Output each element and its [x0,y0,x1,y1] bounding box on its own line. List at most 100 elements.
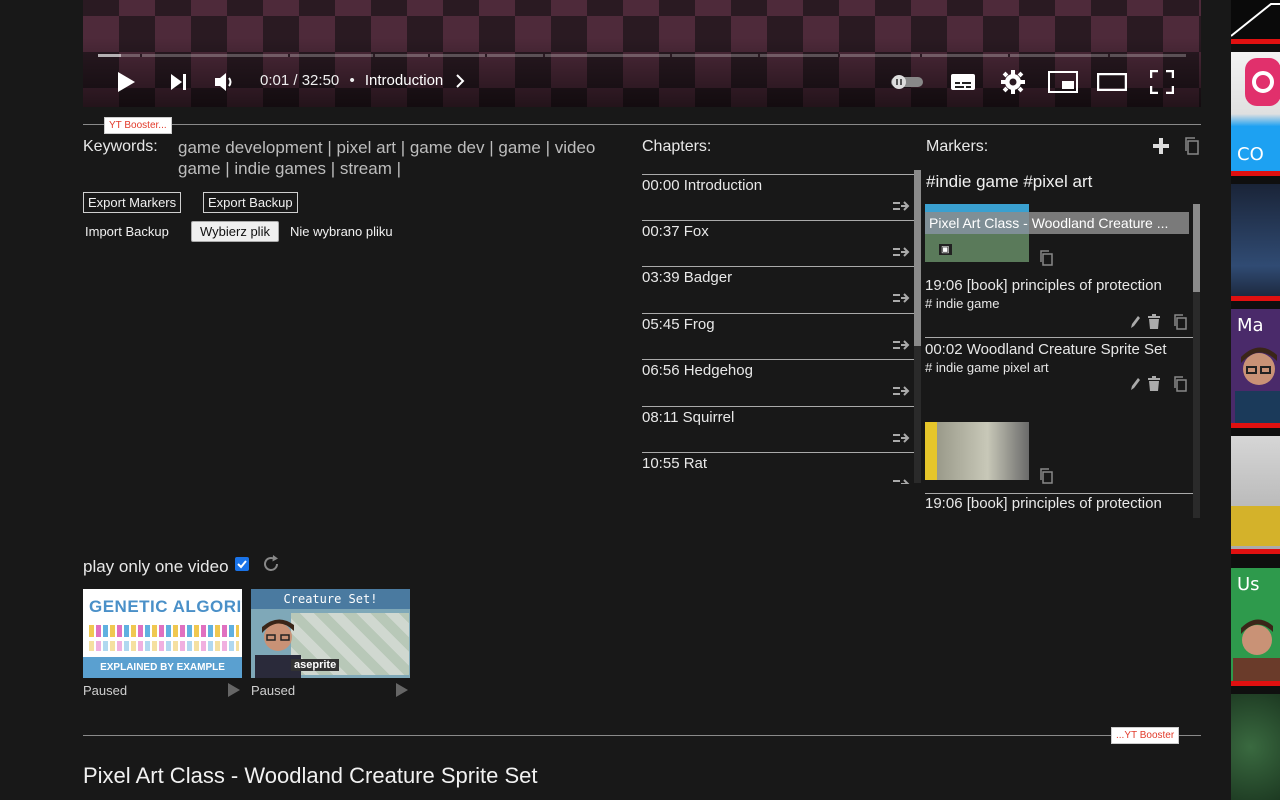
chapter-marker [920,54,922,57]
move-to-icon[interactable] [892,199,910,213]
move-to-icon[interactable] [892,291,910,305]
chapter-row[interactable]: 08:11 Squirrel [642,406,914,453]
related-thumbnail[interactable]: Ma [1231,309,1280,428]
chapter-entry: 03:39 Badger [642,269,732,286]
person-graphic [1235,347,1280,423]
related-thumbnail[interactable]: CO [1231,52,1280,176]
no-file-text: Nie wybrano pliku [290,224,393,239]
move-to-icon[interactable] [892,338,910,352]
keywords-list: game development | pixel art | game dev … [178,138,596,178]
chapter-marker [1108,54,1110,57]
refresh-icon[interactable] [262,555,280,573]
chapter-entry: 08:11 Squirrel [642,409,734,426]
keywords-label: Keywords: [83,138,158,155]
marker-video-title: Pixel Art Class - Woodland Creature ... [925,212,1189,234]
chapter-row[interactable]: 00:37 Fox [642,220,914,267]
related-thumbnail[interactable] [1231,694,1280,800]
related-thumbnail[interactable] [1231,184,1280,301]
miniplayer-button[interactable] [1046,64,1080,100]
play-icon[interactable] [227,683,241,697]
progress-bar[interactable] [98,54,1186,57]
chapter-time: 08:11 [642,409,679,426]
fullscreen-button[interactable] [1145,64,1179,100]
export-markers-button[interactable]: Export Markers [83,192,182,213]
subtitles-button[interactable] [948,64,978,100]
marker-tags: # indie game pixel art [925,360,1049,375]
markers-scroll-thumb[interactable] [1193,204,1200,292]
miniplayer-icon [1048,71,1078,93]
related-thumbnail[interactable]: Us [1231,568,1280,686]
chapter-row[interactable]: 10:55 Rat [642,452,914,484]
watched-progress [1231,549,1280,554]
trash-icon[interactable] [1147,376,1161,392]
settings-button[interactable] [998,64,1028,100]
marker-text[interactable]: 00:02 Woodland Creature Sprite Set [925,341,1167,358]
marker-text[interactable]: 19:06 [book] principles of protection [925,277,1162,294]
chapter-marker [543,54,545,57]
chapter-entry: 06:56 Hedgehog [642,362,753,379]
autoplay-toggle[interactable] [888,64,926,100]
chapters-label: Chapters: [642,138,712,155]
chapters-scroll-thumb[interactable] [914,170,921,346]
export-backup-button[interactable]: Export Backup [203,192,298,213]
related-videos-strip: CO Ma Us [1231,0,1280,800]
watched-progress [1231,423,1280,428]
edit-icon[interactable] [1129,376,1141,392]
chapter-time: 06:56 [642,362,680,379]
chapter-marker [428,54,430,57]
move-to-icon[interactable] [892,384,910,398]
next-button[interactable] [165,64,193,100]
gene-strip-graphic [89,625,239,637]
playlist-thumbnail[interactable]: GENETIC ALGORITHMS EXPLAINED BY EXAMPLE [83,589,242,678]
marker-tag-filters[interactable]: #indie game #pixel art [926,172,1092,192]
chapter-title: Hedgehog [683,362,753,379]
move-to-icon[interactable] [892,477,910,484]
move-to-icon[interactable] [892,245,910,259]
choose-file-button[interactable]: Wybierz plik [191,221,279,242]
marker-text[interactable]: 19:06 [book] principles of protection [925,495,1162,512]
play-button[interactable] [111,64,141,100]
copy-icon[interactable] [1173,314,1187,330]
volume-button[interactable] [211,64,241,100]
time-separator: / [293,72,298,89]
copy-icon[interactable] [1039,468,1053,484]
chapter-marker [373,54,375,57]
trash-icon[interactable] [1147,314,1161,330]
theater-mode-button[interactable] [1095,64,1129,100]
markers-label: Markers: [926,138,989,155]
chapter-row[interactable]: 06:56 Hedgehog [642,359,914,406]
video-player[interactable]: 0:01 / 32:50 • Introduction [83,0,1201,107]
copy-icon[interactable] [1184,137,1200,155]
chapter-row[interactable]: 03:39 Badger [642,266,914,313]
markers-scrollbar[interactable] [1193,204,1200,518]
thumbnail-banner: Creature Set! [251,589,410,609]
copy-icon[interactable] [1173,376,1187,392]
fullscreen-icon [1150,70,1174,94]
play-only-one-checkbox[interactable] [235,557,249,571]
watched-progress [1231,296,1280,301]
current-chapter-button[interactable]: Introduction [365,72,443,89]
chapter-time: 00:00 [642,177,680,194]
gear-icon [1001,70,1025,94]
chapter-row[interactable]: 05:45 Frog [642,313,914,360]
marker-tags: # indie game [925,296,1000,311]
related-thumbnail[interactable] [1231,0,1280,44]
person-graphic [1233,619,1280,684]
edit-icon[interactable] [1129,314,1141,330]
playlist-status: Paused [83,683,128,698]
chapter-entry: 00:00 Introduction [642,177,762,194]
marker-thumbnail[interactable] [925,422,1029,480]
play-only-one-label: play only one video [83,557,229,576]
chapter-row[interactable]: 00:00 Introduction [642,174,914,221]
add-icon[interactable] [1152,137,1170,155]
copy-icon[interactable] [1039,250,1053,266]
related-thumbnail[interactable] [1231,436,1280,554]
playlist-thumbnail[interactable]: Creature Set! aseprite [251,589,410,678]
chair-graphic [1231,506,1280,546]
play-icon[interactable] [395,683,409,697]
chapters-scrollbar[interactable] [914,170,921,483]
chapter-title: Introduction [683,177,763,194]
chapter-title: Badger [683,269,733,286]
time-total: 32:50 [301,72,340,89]
move-to-icon[interactable] [892,431,910,445]
